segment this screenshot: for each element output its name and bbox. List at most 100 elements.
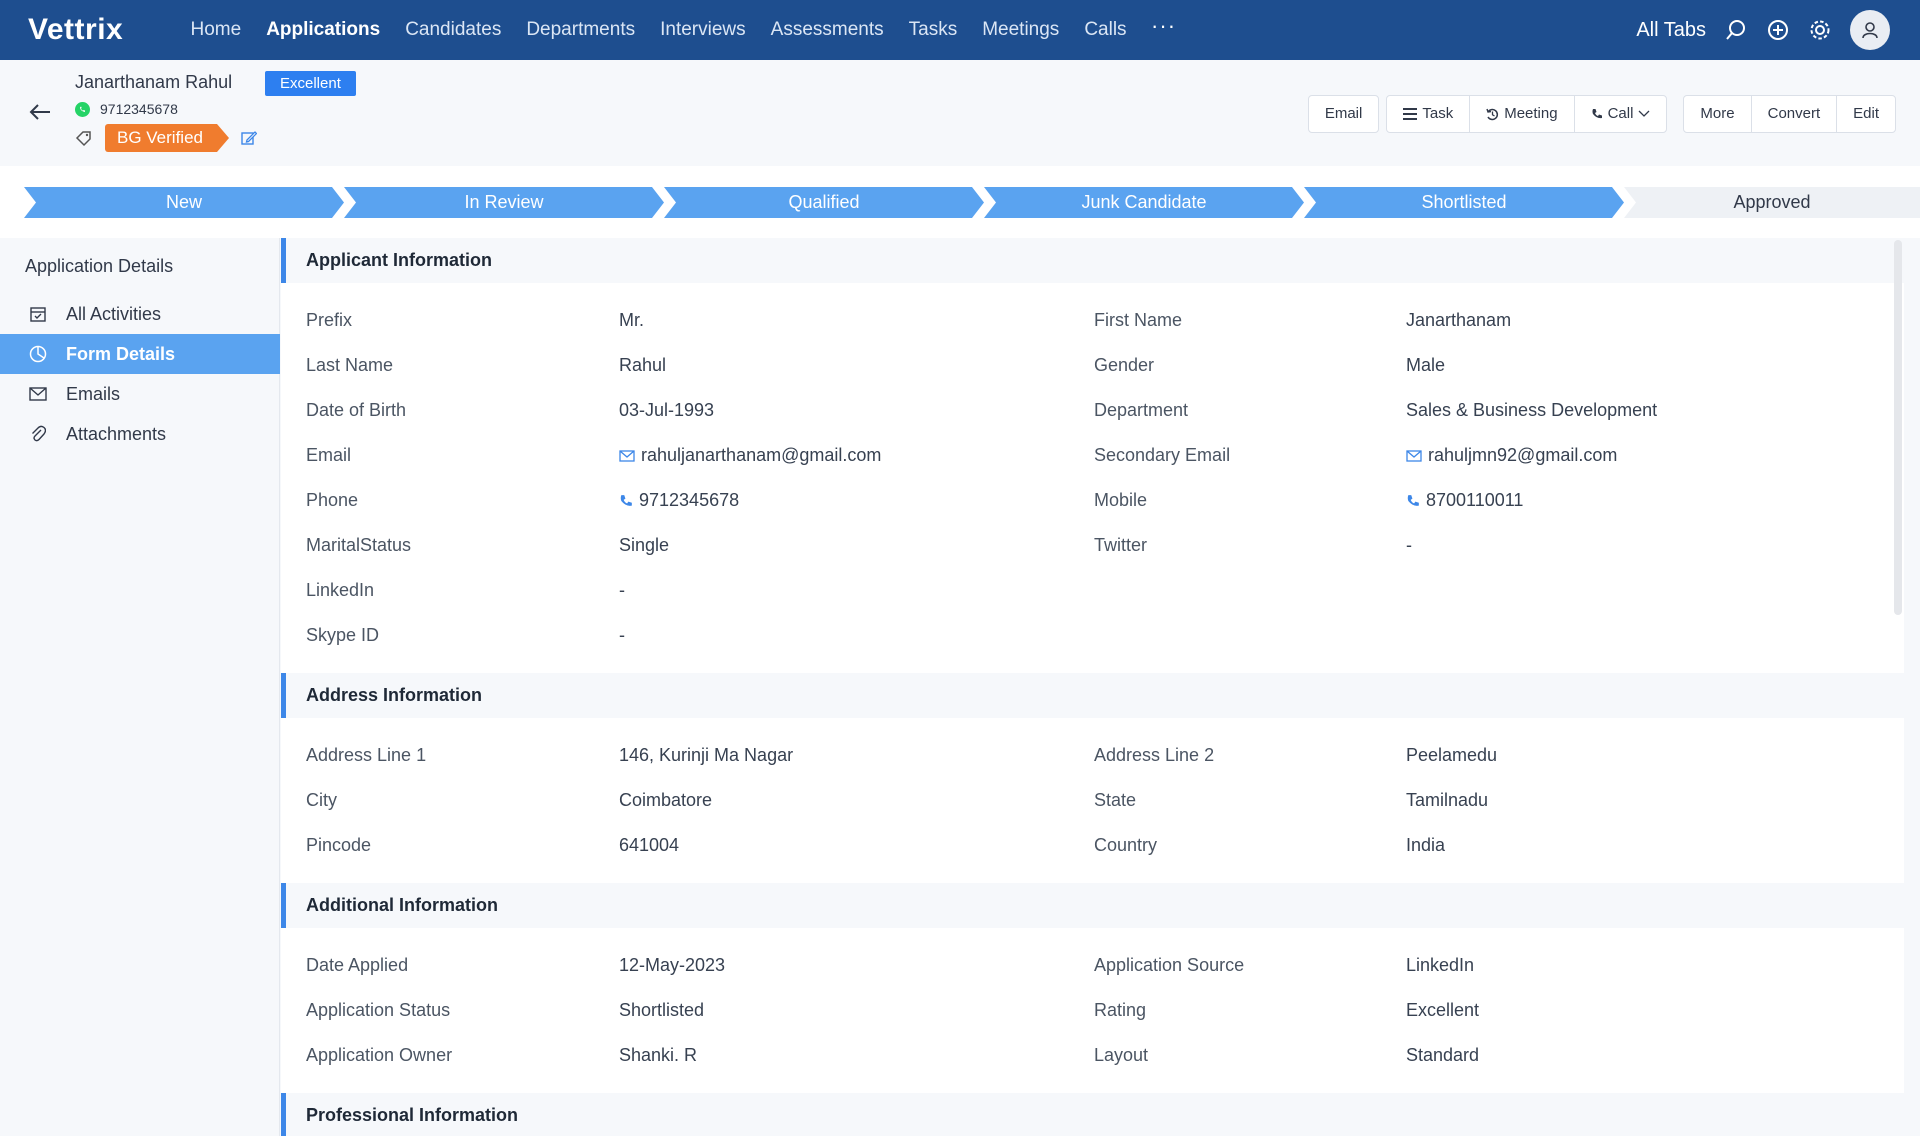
stage-label: Junk Candidate (1081, 192, 1207, 212)
field-label: Date Applied (306, 955, 409, 975)
nav-item-interviews[interactable]: Interviews (648, 19, 759, 41)
history-icon (1486, 108, 1499, 120)
nav-more-button[interactable]: ··· (1139, 15, 1188, 37)
all-tabs-button[interactable]: All Tabs (1636, 19, 1706, 42)
nav-item-departments[interactable]: Departments (514, 19, 648, 41)
record-header: Janarthanam Rahul Excellent 9712345678 B… (0, 60, 1920, 166)
field-label: Prefix (306, 310, 353, 330)
tag-icon[interactable] (75, 129, 93, 147)
sidebar-item-label: Form Details (66, 343, 176, 364)
stage-label: Qualified (788, 192, 860, 212)
field-value: Janarthanam (1406, 310, 1512, 330)
form-details-panel: Applicant Information Prefix Mr. First N… (281, 238, 1904, 1136)
sidebar-item-all-activities[interactable]: All Activities (0, 294, 280, 334)
field-value: Male (1406, 355, 1446, 375)
stage-approved[interactable]: Approved (1624, 187, 1920, 218)
convert-button[interactable]: Convert (1750, 96, 1837, 132)
nav-item-candidates[interactable]: Candidates (393, 19, 514, 41)
meeting-button[interactable]: Meeting (1469, 96, 1573, 132)
rating-badge: Excellent (265, 71, 356, 96)
field-label: Application Owner (306, 1045, 453, 1065)
stage-shortlisted[interactable]: Shortlisted (1304, 187, 1624, 218)
mail-icon (619, 449, 635, 462)
edit-button[interactable]: Edit (1836, 96, 1895, 132)
phone-icon (1592, 109, 1602, 119)
search-icon[interactable] (1724, 18, 1748, 42)
user-avatar[interactable] (1850, 10, 1890, 50)
scrollbar[interactable] (1894, 240, 1902, 615)
field-label: Skype ID (306, 625, 380, 645)
email-button[interactable]: Email (1309, 96, 1379, 132)
sidebar-item-attachments[interactable]: Attachments (0, 414, 280, 454)
field-value: Mr. (619, 310, 644, 330)
back-arrow-icon[interactable] (28, 100, 52, 124)
field-label: Address Line 2 (1094, 745, 1215, 765)
stage-label: In Review (464, 192, 544, 212)
stage-label: Approved (1733, 192, 1811, 212)
task-button[interactable]: Task (1387, 96, 1469, 132)
nav-items: Home Applications Candidates Departments… (178, 15, 1188, 41)
sidebar-item-form-details[interactable]: Form Details (0, 334, 280, 374)
section-title: Professional Information (306, 1105, 519, 1125)
pie-chart-icon (28, 344, 48, 364)
mobile-link[interactable]: 8700110011 (1406, 490, 1523, 511)
app-logo[interactable]: Vettrix (28, 13, 178, 47)
field-value: Peelamedu (1406, 745, 1498, 765)
section-title: Additional Information (306, 895, 498, 915)
field-value: Rahul (619, 355, 667, 375)
call-button[interactable]: Call (1573, 96, 1667, 132)
section-header-additional: Additional Information (281, 883, 1904, 928)
stage-label: New (165, 192, 202, 212)
email-link[interactable]: rahuljanarthanam@gmail.com (619, 445, 881, 466)
stage-in-review[interactable]: In Review (344, 187, 664, 218)
nav-right-tools: All Tabs (1636, 0, 1920, 60)
field-value: rahuljmn92@gmail.com (1428, 445, 1618, 465)
field-label: Application Source (1094, 955, 1245, 975)
field-value: Shortlisted (619, 1000, 705, 1020)
section-header-professional: Professional Information (281, 1093, 1904, 1136)
stage-qualified[interactable]: Qualified (664, 187, 984, 218)
field-value: 12-May-2023 (619, 955, 726, 975)
nav-item-applications[interactable]: Applications (254, 19, 393, 41)
field-label: Phone (306, 490, 359, 510)
nav-item-meetings[interactable]: Meetings (970, 19, 1072, 41)
field-label: Application Status (306, 1000, 451, 1020)
field-value: 9712345678 (639, 490, 740, 510)
edit-icon[interactable] (241, 130, 258, 146)
nav-item-assessments[interactable]: Assessments (758, 19, 896, 41)
stage-progress-bar: New In Review Qualified Junk Candidate S… (0, 166, 1920, 238)
stage-label: Shortlisted (1421, 192, 1507, 212)
sidebar-item-emails[interactable]: Emails (0, 374, 280, 414)
mail-icon (28, 384, 48, 404)
section-title: Address Information (306, 685, 483, 705)
stage-junk-candidate[interactable]: Junk Candidate (984, 187, 1304, 218)
field-value: India (1406, 835, 1446, 855)
email-button-group: Email (1307, 95, 1380, 133)
whatsapp-icon[interactable] (75, 101, 90, 117)
field-label: Last Name (306, 355, 394, 375)
phone-icon (620, 494, 632, 506)
stage-new[interactable]: New (24, 187, 344, 218)
field-value: - (1406, 535, 1412, 555)
nav-item-tasks[interactable]: Tasks (896, 19, 970, 41)
record-phone[interactable]: 9712345678 (100, 101, 178, 117)
record-actions: Email Task Meeting Call More Convert Edi… (1307, 95, 1896, 133)
nav-item-calls[interactable]: Calls (1072, 19, 1139, 41)
secondary-email-link[interactable]: rahuljmn92@gmail.com (1406, 445, 1617, 466)
call-button-label: Call (1607, 105, 1634, 122)
field-label: Department (1094, 400, 1189, 420)
add-circle-icon[interactable] (1766, 18, 1790, 42)
phone-link[interactable]: 9712345678 (619, 490, 739, 511)
record-phone-row: 9712345678 (75, 101, 178, 117)
field-value: rahuljanarthanam@gmail.com (641, 445, 882, 465)
field-label: Pincode (306, 835, 372, 855)
sidebar-item-label: Attachments (66, 423, 167, 444)
phone-icon (1407, 494, 1419, 506)
more-button[interactable]: More (1684, 96, 1750, 132)
field-label: Secondary Email (1094, 445, 1231, 465)
gear-icon[interactable] (1808, 18, 1832, 42)
nav-item-home[interactable]: Home (178, 19, 254, 41)
field-value: Sales & Business Development (1406, 400, 1658, 420)
field-label: MaritalStatus (306, 535, 412, 555)
field-value: Tamilnadu (1406, 790, 1489, 810)
